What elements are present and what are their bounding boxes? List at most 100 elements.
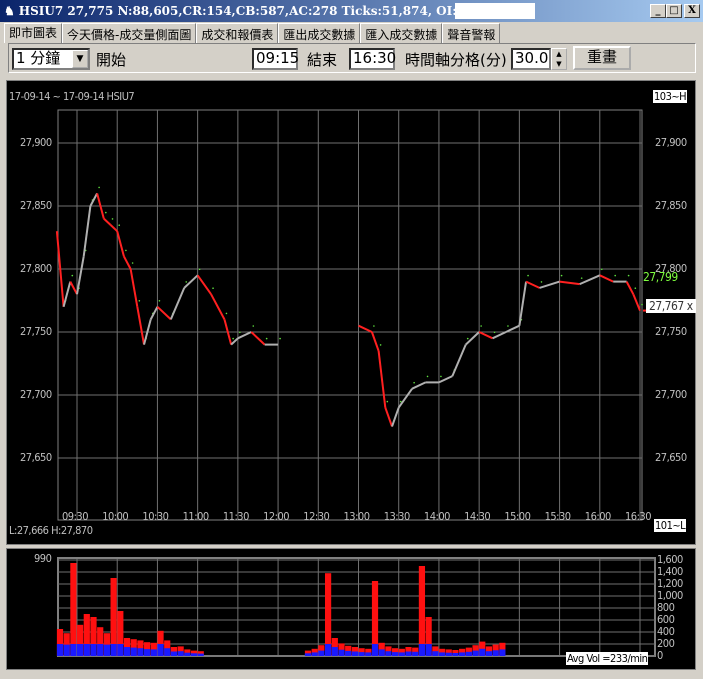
- volume-bar-buy: [318, 650, 325, 656]
- price-dot: [466, 337, 469, 340]
- volume-bar-buy: [103, 644, 111, 656]
- price-dot: [232, 337, 234, 340]
- time-tick: 15:30: [544, 510, 572, 523]
- volume-bar-buy: [459, 652, 466, 656]
- price-dot: [540, 281, 543, 283]
- price-segment: [230, 337, 239, 346]
- price-dot: [379, 344, 382, 346]
- price-segment: [559, 280, 580, 286]
- price-dot: [440, 375, 442, 378]
- volume-bar-buy: [472, 650, 479, 656]
- price-segment: [579, 274, 601, 286]
- price-dot: [527, 274, 529, 277]
- price-tick-left: 27,800: [20, 262, 52, 275]
- price-tick-right: 27,650: [655, 451, 687, 464]
- price-dot: [279, 337, 281, 340]
- volume-bar-buy: [190, 653, 198, 656]
- price-segment: [69, 281, 78, 295]
- avg-volume-label: Avg Vol =233/min: [566, 652, 649, 665]
- price-dot: [98, 186, 100, 189]
- volume-bar-buy: [378, 649, 385, 656]
- time-tick: 12:00: [263, 510, 290, 523]
- price-segment: [149, 306, 159, 320]
- volume-bar-buy: [110, 644, 117, 656]
- volume-bar-buy: [324, 644, 332, 656]
- volume-bar-buy: [432, 651, 439, 656]
- price-segment: [169, 287, 186, 320]
- price-dot: [131, 262, 134, 264]
- price-dot: [198, 268, 201, 271]
- time-tick: 12:30: [303, 510, 330, 523]
- volume-bar-buy: [371, 644, 379, 656]
- volume-bar-buy: [170, 651, 178, 656]
- price-dot: [239, 331, 241, 334]
- volume-bar-buy: [77, 644, 84, 656]
- price-segment: [391, 407, 400, 427]
- volume-bar-sell: [418, 566, 426, 656]
- price-segment: [451, 344, 467, 377]
- price-dot: [641, 303, 643, 306]
- volume-left-max: 990: [34, 552, 52, 565]
- volume-bar-buy: [412, 651, 419, 656]
- price-tick-right: 27,850: [655, 199, 687, 212]
- price-dot: [185, 281, 188, 283]
- price-segment: [136, 306, 146, 345]
- price-segment: [525, 280, 540, 289]
- price-tick-left: 27,850: [20, 199, 52, 212]
- cursor-price-label: 27,767 x: [646, 299, 696, 313]
- price-dot: [399, 400, 402, 403]
- price-tick-left: 27,650: [20, 451, 52, 464]
- volume-plot-frame: [57, 557, 656, 657]
- low-high-readout: L:27,666 H:27,870: [9, 524, 93, 537]
- chart-header: 17-09-14 ~ 17-09-14 HSIU7: [9, 90, 135, 103]
- volume-bar-buy: [150, 649, 157, 656]
- price-segment: [89, 192, 98, 207]
- price-dot: [614, 274, 616, 277]
- price-tick-right: 27,900: [655, 136, 687, 149]
- volume-bar-buy: [392, 652, 399, 656]
- volume-bar-buy: [499, 649, 506, 656]
- volume-bar-buy: [398, 652, 405, 656]
- price-segment: [370, 331, 380, 352]
- volume-bar-buy: [338, 649, 345, 656]
- volume-tick: 0: [657, 649, 663, 662]
- price-dot: [265, 337, 268, 340]
- price-dot: [507, 325, 509, 327]
- volume-bar-buy: [311, 652, 318, 656]
- price-dot: [600, 268, 603, 271]
- volume-bar-buy: [123, 647, 131, 656]
- price-dot: [118, 224, 121, 226]
- volume-bar-buy: [177, 651, 184, 656]
- price-segment: [109, 224, 118, 232]
- volume-bar-buy: [331, 647, 338, 656]
- time-tick: 14:00: [423, 510, 451, 523]
- volume-bar-buy: [197, 653, 204, 656]
- price-segment: [103, 217, 112, 226]
- volume-bar-buy: [485, 651, 493, 656]
- price-dot: [627, 274, 630, 277]
- volume-bar-buy: [137, 648, 144, 656]
- volume-bar-buy: [445, 652, 452, 656]
- price-segment: [196, 274, 212, 295]
- price-segment: [518, 281, 528, 326]
- volume-bar-buy: [418, 644, 426, 656]
- price-segment: [384, 407, 393, 427]
- price-segment: [377, 350, 387, 408]
- price-dot: [560, 274, 563, 277]
- volume-bar-buy: [97, 644, 104, 656]
- volume-bar-buy: [351, 651, 359, 656]
- volume-bar-sell: [324, 573, 332, 656]
- price-dot: [252, 325, 255, 327]
- price-segment: [156, 306, 172, 321]
- price-dot: [105, 211, 107, 214]
- price-segment: [250, 331, 266, 346]
- volume-bar-buy: [425, 644, 432, 656]
- price-segment: [123, 255, 132, 270]
- price-tick-left: 27,900: [20, 136, 52, 149]
- price-tick-right: 27,700: [655, 388, 687, 401]
- price-dot: [225, 312, 228, 315]
- price-dot: [493, 331, 496, 334]
- volume-bar-buy: [492, 650, 499, 656]
- time-tick: 16:00: [584, 510, 612, 523]
- time-tick: 10:00: [102, 510, 129, 523]
